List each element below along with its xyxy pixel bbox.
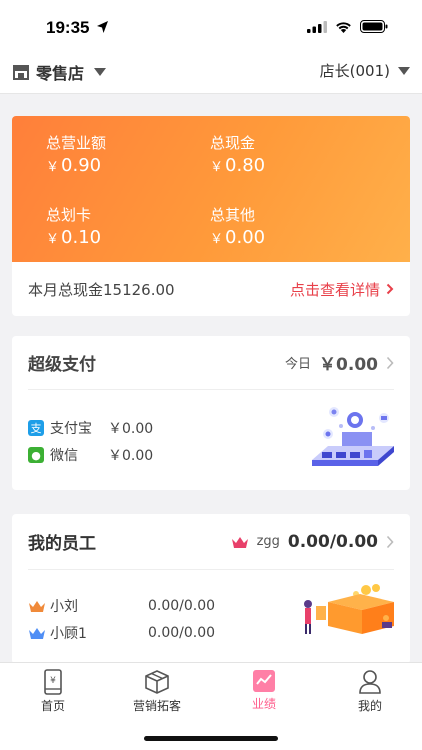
super-pay-header[interactable]: 超级支付 今日 ￥0.00: [28, 336, 394, 390]
staff-name: 小顾1: [50, 626, 87, 642]
chart-trend-icon: [253, 670, 275, 692]
staff-name: 小刘: [50, 599, 78, 615]
staff-row: 小顾1 0.00/0.00: [28, 623, 215, 643]
tab-mine[interactable]: 我的: [330, 669, 410, 714]
revenue-card-swipe-value: ￥ 0.10: [46, 227, 101, 248]
today-label: 今日: [285, 357, 312, 372]
revenue-card-swipe-item: 总划卡 ￥ 0.10: [46, 204, 101, 248]
wechat-row: ● 微信 ￥0.00: [28, 445, 153, 465]
chevron-right-icon: [386, 535, 394, 548]
staff-value: 0.00/0.00: [148, 598, 216, 614]
wechat-value: ￥0.00: [108, 448, 154, 464]
home-indicator: [144, 736, 278, 741]
revenue-cash-amount: 0.80: [225, 155, 266, 176]
staff-header[interactable]: 我的员工 zgg 0.00/0.00: [28, 514, 394, 570]
tab-home[interactable]: ¥ 首页: [13, 669, 93, 714]
payment-illustration: [312, 407, 394, 466]
revenue-total-item: 总营业额 ￥ 0.90: [46, 132, 106, 176]
super-pay-title: 超级支付: [28, 355, 96, 375]
revenue-card-swipe-label: 总划卡: [46, 206, 92, 224]
user-icon: [359, 670, 381, 694]
tab-performance-label: 业绩: [251, 697, 276, 711]
cellular-signal-icon: [307, 20, 327, 33]
chevron-right-icon: [386, 356, 394, 369]
tab-performance[interactable]: 业绩: [224, 669, 304, 712]
staff-value: 0.00/0.00: [148, 625, 216, 641]
crown-icon: [29, 628, 45, 639]
status-time: 19:35: [46, 18, 110, 38]
super-pay-today: 今日 ￥0.00: [285, 350, 394, 375]
monthly-cash-total: 本月总现金15126.00: [28, 280, 175, 299]
staff-title: 我的员工: [28, 534, 96, 554]
alipay-icon: 支: [28, 420, 44, 436]
revenue-card: 总营业额 ￥ 0.90 总现金 ￥ 0.80 总划卡 ￥ 0.10 总其他 ￥ 0.00…: [12, 116, 410, 316]
wechat-icon: ●: [28, 447, 44, 463]
view-details-link[interactable]: 点击查看详情: [290, 279, 394, 300]
revenue-cash-value: ￥ 0.80: [210, 155, 265, 176]
status-time-text: 19:35: [46, 18, 90, 37]
role-name: 店长(001): [319, 62, 390, 80]
staff-lead-name: zgg: [256, 534, 280, 549]
currency-symbol: ￥: [210, 160, 224, 175]
revenue-cash-item: 总现金 ￥ 0.80: [210, 132, 265, 176]
revenue-summary-panel: 总营业额 ￥ 0.90 总现金 ￥ 0.80 总划卡 ￥ 0.10 总其他 ￥ 0.00: [12, 116, 410, 262]
store-icon: [13, 65, 29, 80]
revenue-other-amount: 0.00: [225, 227, 266, 248]
staff-lead-value: 0.00/0.00: [287, 531, 378, 552]
home-phone-icon: ¥: [44, 669, 62, 695]
staff-illustration: [304, 584, 394, 634]
revenue-cash-label: 总现金: [210, 134, 256, 152]
revenue-other-label: 总其他: [210, 206, 256, 224]
tab-mine-label: 我的: [357, 699, 382, 713]
store-name: 零售店: [36, 64, 85, 83]
revenue-other-item: 总其他 ￥ 0.00: [210, 204, 265, 248]
revenue-total-label: 总营业额: [46, 134, 107, 152]
svg-text:¥: ¥: [50, 676, 56, 686]
tab-home-label: 首页: [40, 699, 65, 713]
tab-marketing-label: 营销拓客: [132, 699, 181, 713]
chevron-down-icon: [94, 68, 107, 76]
crown-icon: [231, 536, 248, 548]
alipay-row: 支 支付宝 ￥0.00: [28, 418, 153, 438]
monthly-cash-row: 本月总现金15126.00 点击查看详情: [12, 262, 410, 316]
alipay-label: 支付宝: [50, 421, 92, 437]
currency-symbol: ￥: [46, 160, 60, 175]
today-value: ￥0.00: [319, 355, 378, 375]
my-staff-card[interactable]: 我的员工 zgg 0.00/0.00 小刘 0.00/0.00 小顾1 0.00…: [12, 514, 410, 664]
status-icons: [307, 20, 388, 33]
chevron-down-icon: [398, 66, 410, 75]
staff-row: 小刘 0.00/0.00: [28, 596, 215, 616]
super-pay-card[interactable]: 超级支付 今日 ￥0.00 支 支付宝 ￥0.00 ● 微信 ￥0.00: [12, 336, 410, 490]
wifi-icon: [336, 21, 351, 33]
revenue-total-amount: 0.90: [61, 155, 102, 176]
currency-symbol: ￥: [46, 232, 60, 247]
staff-lead: zgg 0.00/0.00: [231, 532, 394, 552]
view-details-label: 点击查看详情: [289, 280, 380, 299]
top-nav-bar: 零售店 店长(001): [0, 56, 422, 94]
alipay-value: ￥0.00: [108, 421, 154, 437]
revenue-other-value: ￥ 0.00: [210, 227, 265, 248]
store-selector[interactable]: 零售店: [12, 60, 107, 84]
location-arrow-icon: [97, 21, 109, 33]
revenue-total-value: ￥ 0.90: [46, 155, 106, 176]
battery-icon: [360, 20, 388, 33]
box-icon: [145, 670, 169, 694]
crown-icon: [29, 601, 45, 612]
tab-marketing[interactable]: 营销拓客: [117, 669, 197, 714]
currency-symbol: ￥: [210, 232, 224, 247]
revenue-card-swipe-amount: 0.10: [61, 227, 102, 248]
wechat-label: 微信: [50, 448, 78, 464]
role-selector[interactable]: 店长(001): [320, 60, 410, 81]
status-bar: 19:35: [0, 0, 422, 56]
chevron-right-icon: [386, 283, 394, 295]
